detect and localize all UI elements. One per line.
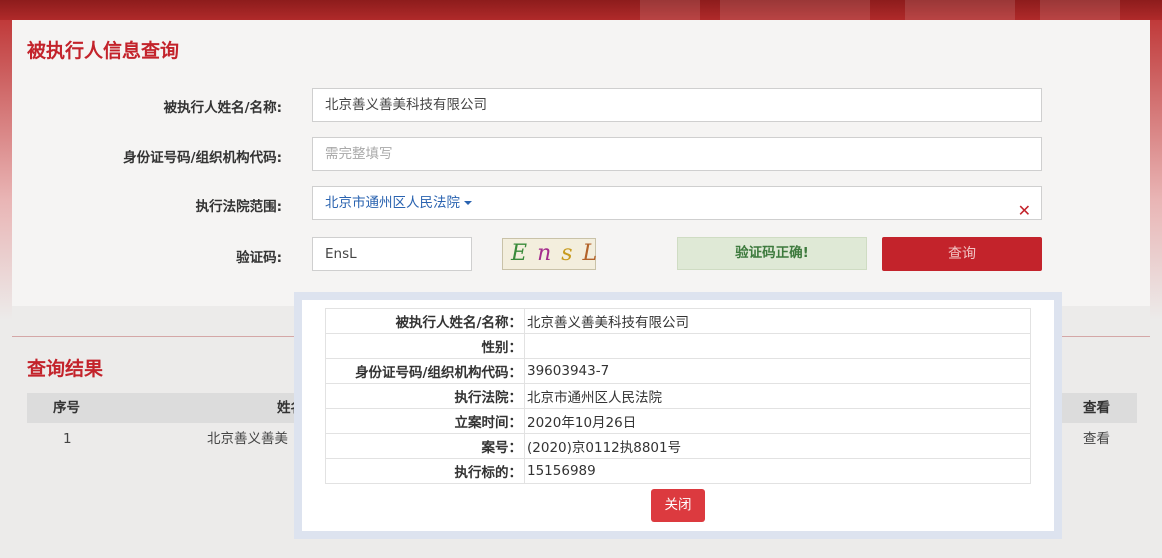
captcha-status-badge: 验证码正确! — [677, 237, 867, 270]
captcha-image[interactable]: EnsL — [502, 238, 597, 270]
detail-label: 身份证号码/组织机构代码： — [325, 358, 525, 384]
detail-row-name: 被执行人姓名/名称： 北京善义善美科技有限公司 — [325, 308, 1031, 334]
detail-table: 被执行人姓名/名称： 北京善义善美科技有限公司 性别： 身份证号码/组织机构代码… — [325, 308, 1031, 484]
court-label: 执行法院范围: — [195, 199, 282, 215]
detail-row-id: 身份证号码/组织机构代码： 39603943-7 — [325, 358, 1031, 384]
side-decoration — [0, 20, 12, 320]
side-decoration — [1150, 20, 1162, 320]
page-title: 被执行人信息查询 — [27, 40, 180, 62]
court-select-value: 北京市通州区人民法院 — [325, 195, 460, 211]
id-label: 身份证号码/组织机构代码: — [123, 150, 282, 166]
detail-row-court: 执行法院： 北京市通州区人民法院 — [325, 383, 1031, 409]
top-banner — [0, 0, 1162, 20]
result-title: 查询结果 — [27, 358, 104, 380]
detail-value: 北京善义善美科技有限公司 — [524, 308, 1031, 334]
name-label: 被执行人姓名/名称: — [163, 100, 282, 116]
captcha-label: 验证码: — [236, 250, 282, 266]
detail-value: 15156989 — [524, 458, 1031, 484]
caret-down-icon — [464, 201, 472, 205]
detail-row-filing-date: 立案时间： 2020年10月26日 — [325, 408, 1031, 434]
court-select[interactable]: 北京市通州区人民法院 ✕ — [312, 186, 1042, 220]
row-index: 1 — [63, 431, 72, 447]
column-header-index: 序号 — [53, 400, 80, 416]
detail-dialog-body: 被执行人姓名/名称： 北京善义善美科技有限公司 性别： 身份证号码/组织机构代码… — [302, 300, 1054, 531]
detail-label: 案号： — [325, 433, 525, 459]
view-link[interactable]: 查看 — [1083, 425, 1110, 453]
detail-value: 2020年10月26日 — [524, 408, 1031, 434]
query-button[interactable]: 查询 — [882, 237, 1042, 271]
detail-label: 执行法院： — [325, 383, 525, 409]
detail-value: 北京市通州区人民法院 — [524, 383, 1031, 409]
detail-label: 被执行人姓名/名称： — [325, 308, 525, 334]
detail-label: 性别： — [325, 333, 525, 359]
clear-icon[interactable]: ✕ — [1018, 195, 1031, 227]
name-input[interactable]: 北京善义善美科技有限公司 — [312, 88, 1042, 122]
detail-value: (2020)京0112执8801号 — [524, 433, 1031, 459]
captcha-input[interactable]: EnsL — [312, 237, 472, 271]
detail-row-gender: 性别： — [325, 333, 1031, 359]
detail-value — [524, 333, 1031, 359]
detail-row-case-number: 案号： (2020)京0112执8801号 — [325, 433, 1031, 459]
row-name: 北京善义善美 — [207, 431, 288, 447]
id-input[interactable]: 需完整填写 — [312, 137, 1042, 171]
detail-dialog: 被执行人姓名/名称： 北京善义善美科技有限公司 性别： 身份证号码/组织机构代码… — [294, 292, 1062, 539]
detail-label: 立案时间： — [325, 408, 525, 434]
column-header-view: 查看 — [1083, 400, 1110, 416]
close-button[interactable]: 关闭 — [651, 489, 705, 522]
detail-value: 39603943-7 — [524, 358, 1031, 384]
detail-label: 执行标的： — [325, 458, 525, 484]
detail-row-amount: 执行标的： 15156989 — [325, 458, 1031, 484]
query-panel: 被执行人信息查询 被执行人姓名/名称: 北京善义善美科技有限公司 身份证号码/组… — [12, 20, 1150, 306]
